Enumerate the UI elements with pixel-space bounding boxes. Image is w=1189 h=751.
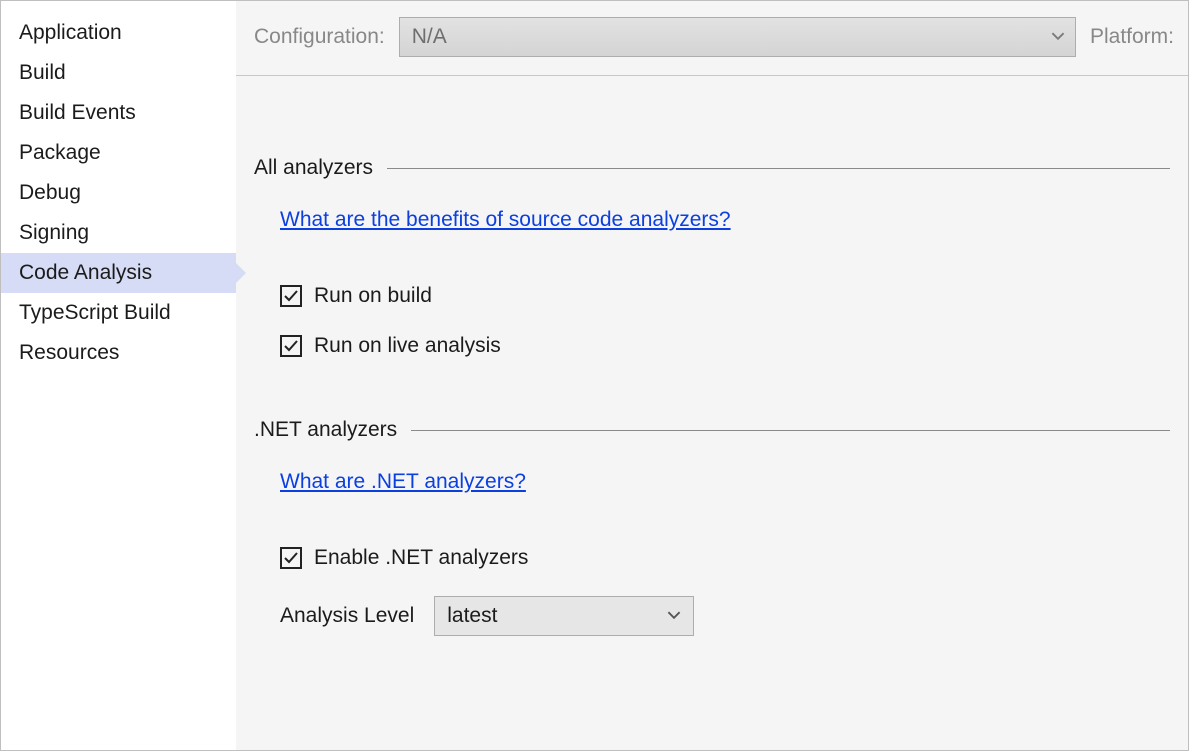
section-header-net-analyzers: .NET analyzers <box>254 418 1170 442</box>
sidebar-item-label: Build Events <box>19 101 136 124</box>
section-header-all-analyzers: All analyzers <box>254 156 1170 180</box>
sidebar-item-label: Application <box>19 21 122 44</box>
platform-label: Platform: <box>1090 25 1174 49</box>
checkbox-enable-net-analyzers[interactable] <box>280 547 302 569</box>
sidebar-item-debug[interactable]: Debug <box>1 173 236 213</box>
checkbox-label: Enable .NET analyzers <box>314 546 528 570</box>
configuration-value: N/A <box>412 25 447 49</box>
sidebar-item-typescript-build[interactable]: TypeScript Build <box>1 293 236 333</box>
checkbox-run-on-live-analysis[interactable] <box>280 335 302 357</box>
chevron-down-icon <box>667 604 681 628</box>
project-properties-window: Application Build Build Events Package D… <box>0 0 1189 751</box>
sidebar-item-package[interactable]: Package <box>1 133 236 173</box>
content-area: All analyzers What are the benefits of s… <box>236 76 1188 636</box>
sidebar-item-label: Build <box>19 61 66 84</box>
sidebar: Application Build Build Events Package D… <box>1 1 236 750</box>
section-title: .NET analyzers <box>254 418 397 442</box>
link-net-analyzers[interactable]: What are .NET analyzers? <box>280 470 526 494</box>
sidebar-item-application[interactable]: Application <box>1 13 236 53</box>
sidebar-item-label: Package <box>19 141 101 164</box>
chevron-down-icon <box>1051 25 1065 49</box>
checkbox-label: Run on live analysis <box>314 334 501 358</box>
divider <box>387 168 1170 169</box>
analysis-level-label: Analysis Level <box>280 604 414 628</box>
checkbox-run-on-build[interactable] <box>280 285 302 307</box>
check-icon <box>283 288 299 304</box>
configuration-label: Configuration: <box>254 25 385 49</box>
configuration-dropdown[interactable]: N/A <box>399 17 1076 57</box>
checkbox-label: Run on build <box>314 284 432 308</box>
sidebar-item-label: Resources <box>19 341 119 364</box>
section-title: All analyzers <box>254 156 373 180</box>
analysis-level-dropdown[interactable]: latest <box>434 596 694 636</box>
sidebar-item-build-events[interactable]: Build Events <box>1 93 236 133</box>
link-benefits-analyzers[interactable]: What are the benefits of source code ana… <box>280 208 731 232</box>
main-panel: Configuration: N/A Platform: All analyze… <box>236 1 1188 750</box>
sidebar-item-label: TypeScript Build <box>19 301 171 324</box>
sidebar-item-label: Debug <box>19 181 81 204</box>
sidebar-item-label: Code Analysis <box>19 261 152 284</box>
sidebar-item-resources[interactable]: Resources <box>1 333 236 373</box>
sidebar-item-code-analysis[interactable]: Code Analysis <box>1 253 236 293</box>
sidebar-item-build[interactable]: Build <box>1 53 236 93</box>
sidebar-item-label: Signing <box>19 221 89 244</box>
divider <box>411 430 1170 431</box>
check-icon <box>283 550 299 566</box>
sidebar-item-signing[interactable]: Signing <box>1 213 236 253</box>
analysis-level-value: latest <box>447 604 497 628</box>
config-bar: Configuration: N/A Platform: <box>236 1 1188 76</box>
check-icon <box>283 338 299 354</box>
